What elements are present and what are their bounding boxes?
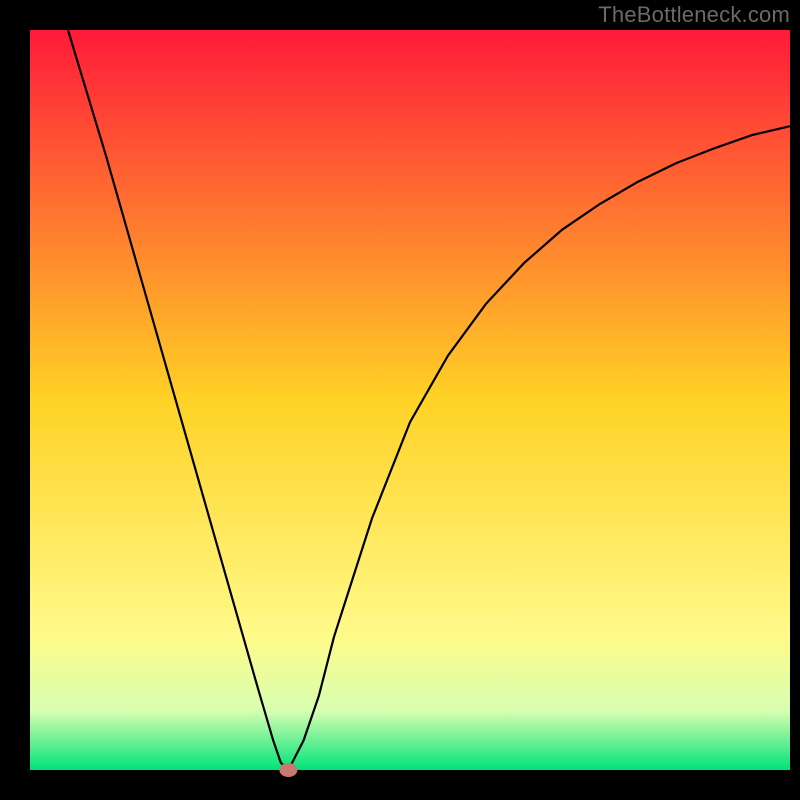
min-point-marker	[279, 763, 297, 777]
chart-plot-area	[30, 30, 790, 770]
chart-svg	[0, 0, 800, 800]
watermark-text: TheBottleneck.com	[598, 2, 790, 28]
chart-stage: TheBottleneck.com	[0, 0, 800, 800]
